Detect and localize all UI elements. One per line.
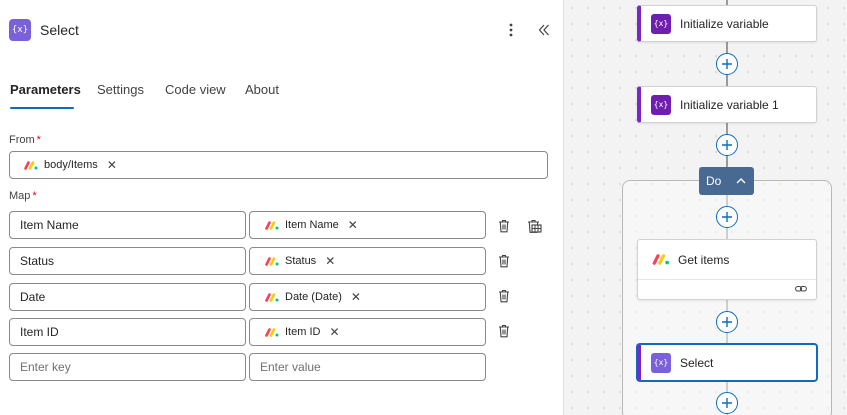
- node-label: Initialize variable 1: [680, 97, 779, 112]
- action-details-panel: {x} Select Parameters Settings Code view…: [0, 0, 563, 415]
- plus-icon: [722, 398, 732, 408]
- select-node[interactable]: {x} Select: [637, 344, 817, 381]
- map-value-input[interactable]: Item Name ✕: [249, 211, 486, 239]
- do-scope-header[interactable]: Do: [699, 167, 754, 195]
- initialize-variable-node[interactable]: {x} Initialize variable: [637, 5, 817, 42]
- delete-row-button[interactable]: [496, 322, 512, 340]
- more-vertical-icon: [509, 23, 513, 37]
- plus-icon: [722, 59, 732, 69]
- plus-icon: [722, 317, 732, 327]
- remove-token-icon[interactable]: ✕: [329, 325, 339, 339]
- map-value-token-text: Status: [285, 255, 317, 267]
- node-label: Select: [680, 355, 714, 370]
- tab-code-view[interactable]: Code view: [165, 82, 226, 97]
- new-value-input[interactable]: Enter value: [249, 353, 486, 381]
- node-label: Initialize variable: [680, 16, 769, 31]
- remove-token-icon[interactable]: ✕: [325, 254, 335, 268]
- panel-title: Select: [40, 22, 79, 38]
- add-step-button[interactable]: [716, 311, 738, 333]
- trash-icon: [499, 324, 509, 338]
- delete-table-icon: [527, 219, 542, 233]
- map-key-input[interactable]: Status: [9, 247, 246, 275]
- more-options-button[interactable]: [503, 20, 519, 40]
- chevron-up-icon[interactable]: [735, 175, 747, 187]
- monday-logo-icon: [265, 256, 279, 266]
- delete-row-button[interactable]: [496, 287, 512, 305]
- map-value-token-text: Item Name: [285, 219, 339, 231]
- add-step-button[interactable]: [716, 53, 738, 75]
- get-items-node[interactable]: Get items: [637, 239, 817, 300]
- map-label: Map *: [9, 190, 37, 202]
- select-action-icon: {x}: [9, 19, 31, 41]
- plus-icon: [722, 212, 732, 222]
- new-key-input[interactable]: Enter key: [9, 353, 246, 381]
- delete-row-button[interactable]: [496, 252, 512, 270]
- map-value-input[interactable]: Status ✕: [249, 247, 486, 275]
- from-label: From *: [9, 134, 41, 146]
- variable-icon: {x}: [651, 13, 671, 34]
- monday-logo-icon: [265, 292, 279, 302]
- from-token-text: body/Items: [44, 159, 98, 171]
- map-key-input[interactable]: Item Name: [9, 211, 246, 239]
- plus-icon: [722, 140, 732, 150]
- select-action-icon: {x}: [651, 352, 671, 373]
- map-value-token[interactable]: Date (Date) ✕: [265, 290, 361, 304]
- node-label: Get items: [678, 252, 730, 267]
- monday-logo-icon: [265, 327, 279, 337]
- map-value-token[interactable]: Item ID ✕: [265, 325, 340, 339]
- map-value-input[interactable]: Item ID ✕: [249, 318, 486, 346]
- tab-settings[interactable]: Settings: [97, 82, 144, 97]
- tab-about[interactable]: About: [245, 82, 279, 97]
- map-value-token-text: Item ID: [285, 326, 321, 338]
- map-value-token-text: Date (Date): [285, 291, 342, 303]
- panel-header: {x} Select: [9, 19, 79, 41]
- scope-label: Do: [706, 174, 722, 188]
- delete-row-button[interactable]: [496, 217, 512, 235]
- monday-logo-icon: [265, 220, 279, 230]
- double-chevron-left-icon: [538, 24, 549, 36]
- from-token[interactable]: body/Items ✕: [24, 158, 117, 172]
- active-tab-indicator: [10, 107, 74, 109]
- remove-token-icon[interactable]: ✕: [107, 158, 117, 172]
- tab-parameters[interactable]: Parameters: [10, 82, 81, 97]
- remove-token-icon[interactable]: ✕: [351, 290, 361, 304]
- monday-logo-icon: [24, 160, 38, 170]
- monday-logo-icon: [652, 254, 669, 265]
- map-value-input[interactable]: Date (Date) ✕: [249, 283, 486, 311]
- map-value-token[interactable]: Status ✕: [265, 254, 335, 268]
- add-step-button[interactable]: [716, 392, 738, 414]
- connection-link-icon[interactable]: [795, 285, 807, 293]
- variable-icon: {x}: [651, 94, 671, 115]
- initialize-variable-1-node[interactable]: {x} Initialize variable 1: [637, 86, 817, 123]
- trash-icon: [499, 254, 509, 268]
- map-key-input[interactable]: Item ID: [9, 318, 246, 346]
- delete-all-rows-button[interactable]: [526, 217, 542, 235]
- collapse-panel-button[interactable]: [535, 20, 553, 40]
- trash-icon: [499, 289, 509, 303]
- map-key-input[interactable]: Date: [9, 283, 246, 311]
- add-step-button[interactable]: [716, 134, 738, 156]
- trash-icon: [499, 219, 509, 233]
- remove-token-icon[interactable]: ✕: [348, 218, 358, 232]
- from-field[interactable]: body/Items ✕: [9, 151, 548, 179]
- add-step-button[interactable]: [716, 206, 738, 228]
- map-value-token[interactable]: Item Name ✕: [265, 218, 358, 232]
